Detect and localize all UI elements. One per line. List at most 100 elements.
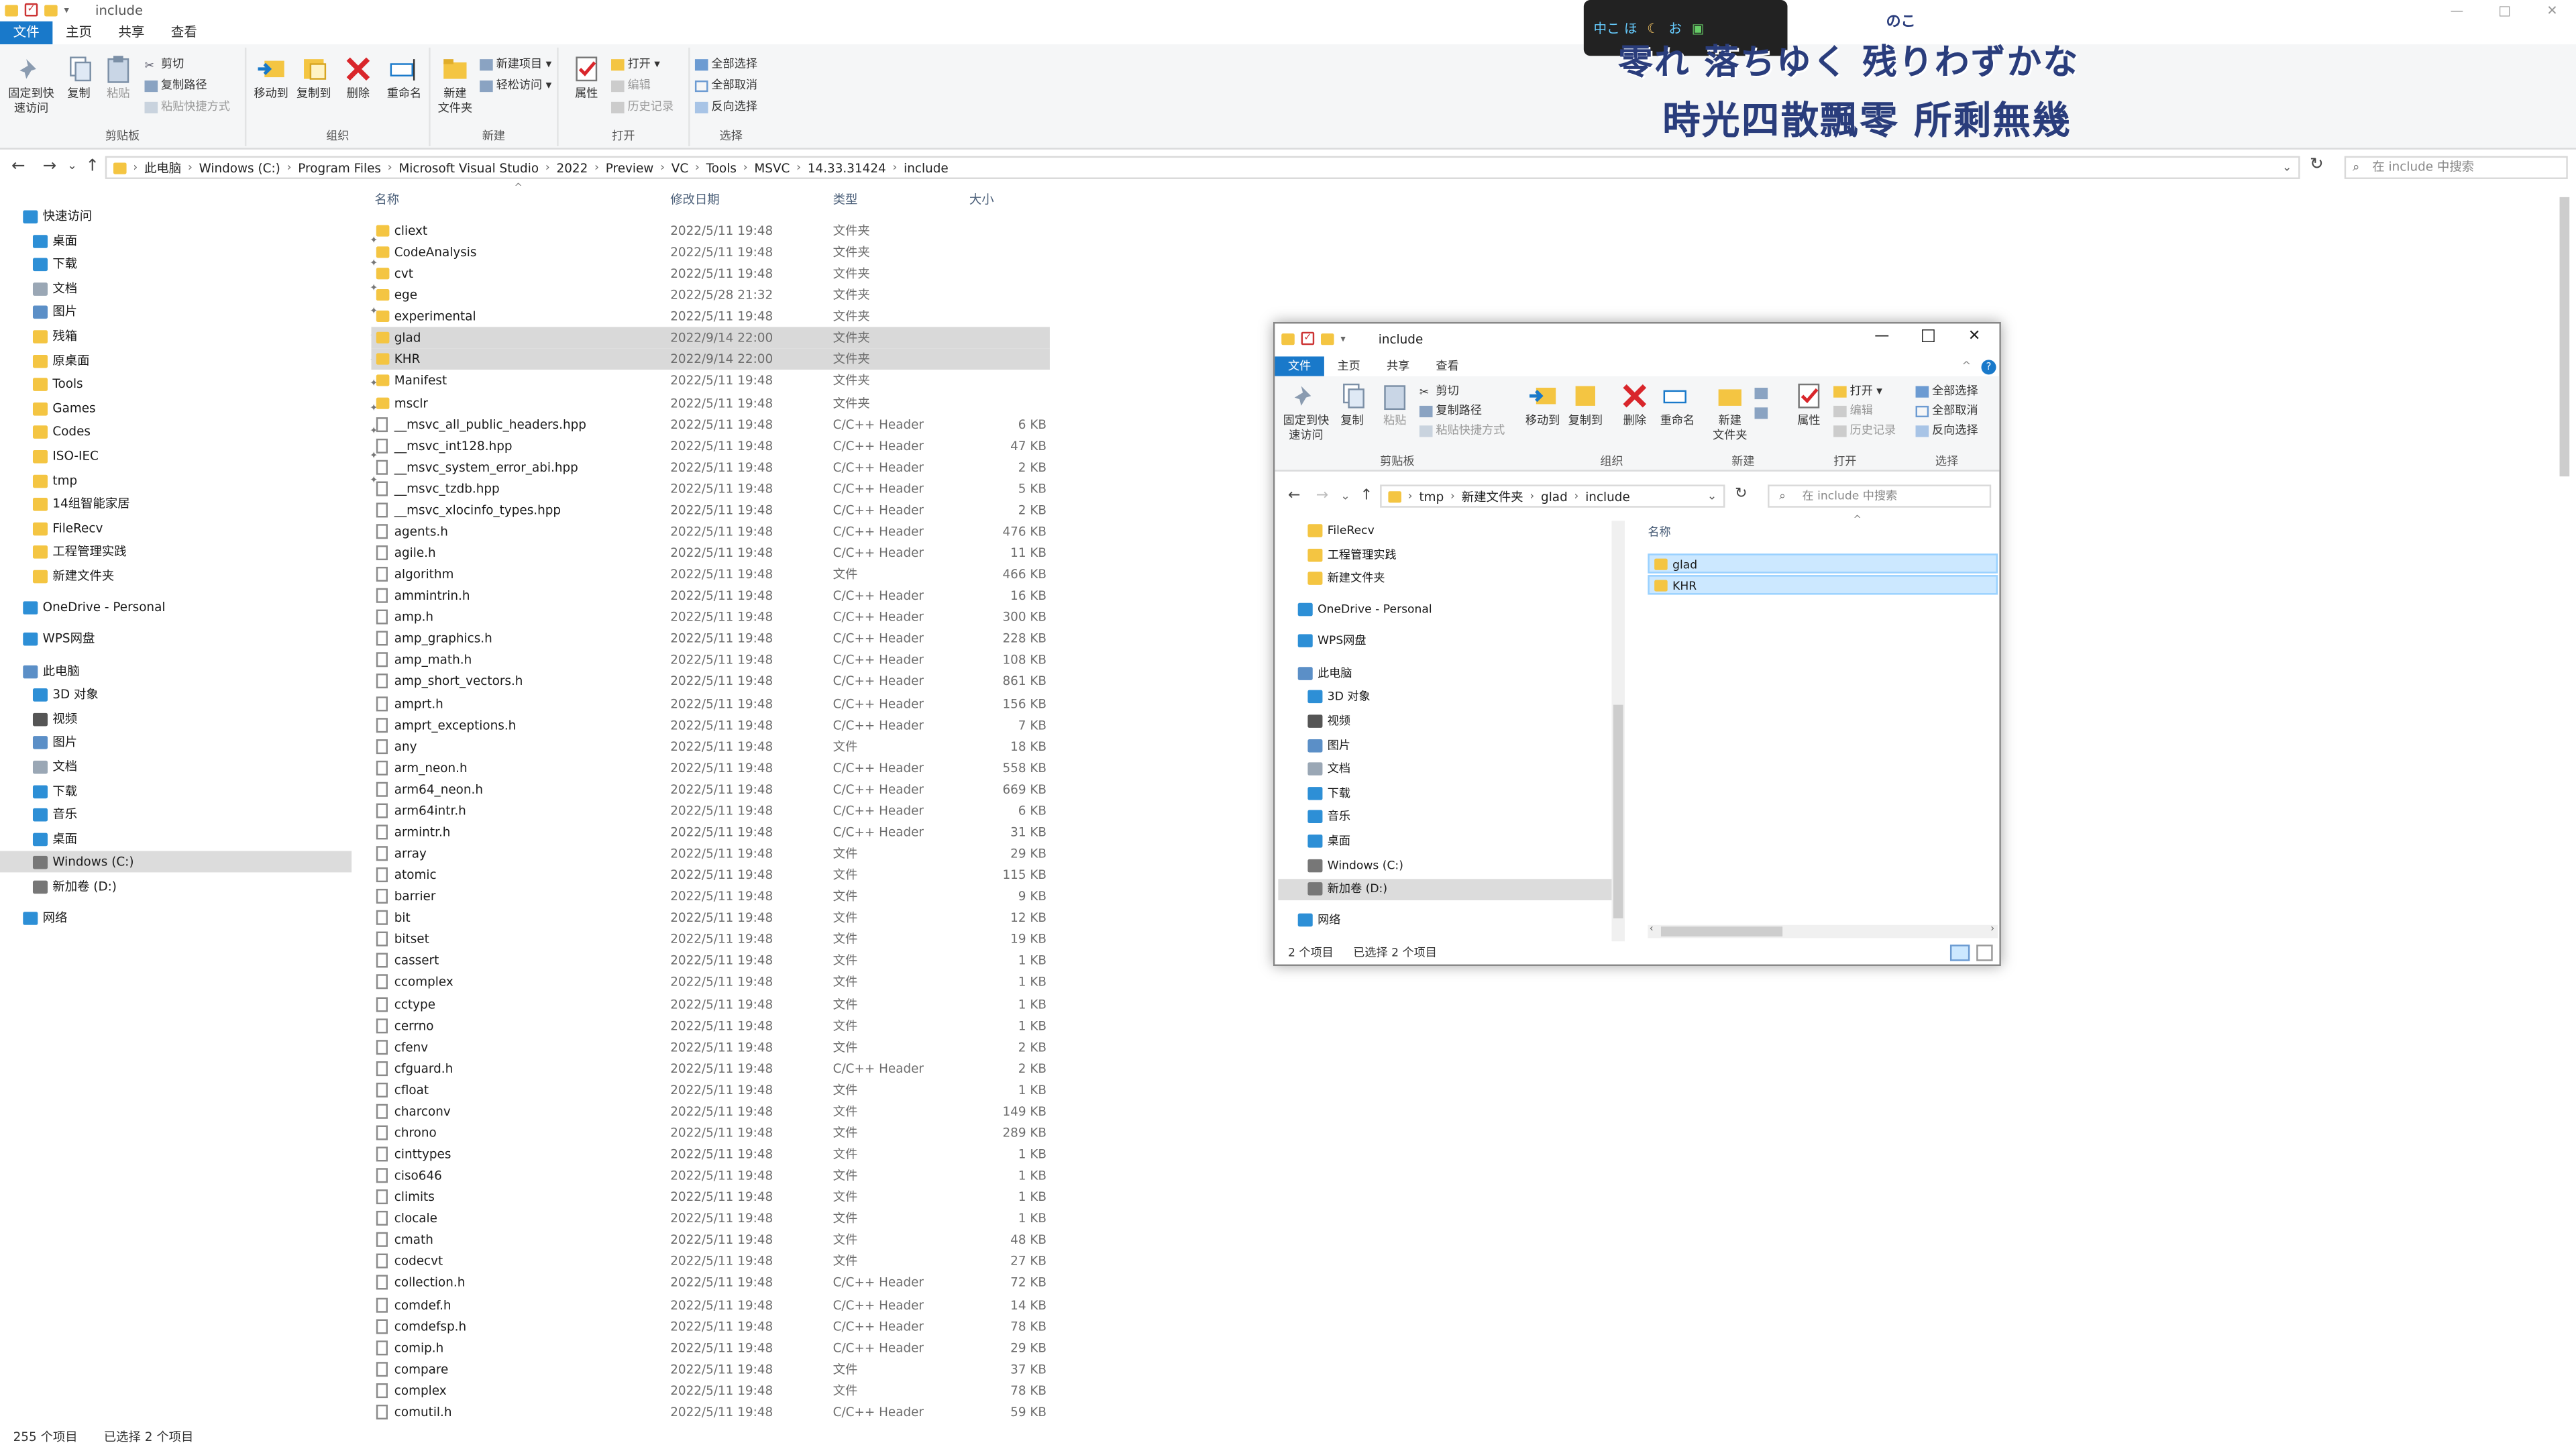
column-date[interactable]: 修改日期 bbox=[670, 191, 719, 209]
crumb[interactable]: include bbox=[904, 160, 949, 175]
lyrics-toolbar-left[interactable]: 中こ ほ bbox=[1594, 19, 1638, 37]
horizontal-scrollbar[interactable]: ‹ › bbox=[1648, 923, 1998, 938]
chevron-down-icon[interactable]: ⌄ bbox=[2282, 161, 2292, 174]
sidebar-item[interactable]: Windows (C:) bbox=[1307, 855, 1403, 877]
sidebar-item[interactable]: Windows (C:) bbox=[0, 851, 352, 873]
table-row[interactable]: cinttypes 2022/5/11 19:48 文件 1 KB bbox=[371, 1144, 1049, 1165]
recent-locations-icon[interactable]: ⌄ bbox=[1340, 490, 1350, 503]
sidebar-item[interactable]: ISO-IEC ✦ bbox=[32, 445, 384, 467]
sidebar-item[interactable]: 音乐 bbox=[32, 804, 77, 825]
select-all-button[interactable]: 全部选择 bbox=[1915, 384, 1978, 399]
invert-selection-button[interactable]: 反向选择 bbox=[1915, 424, 1978, 439]
select-all-button[interactable]: 全部选择 bbox=[694, 58, 757, 72]
table-row[interactable]: experimental 2022/5/11 19:48 文件夹 bbox=[371, 306, 1049, 327]
list-item[interactable]: KHR bbox=[1648, 575, 1998, 595]
table-row[interactable]: agents.h 2022/5/11 19:48 C/C++ Header 476 K… bbox=[371, 521, 1049, 542]
sidebar-item[interactable]: 桌面 bbox=[32, 828, 77, 849]
easy-access-button[interactable] bbox=[1754, 406, 1771, 421]
tab-file[interactable]: 文件 bbox=[0, 21, 53, 45]
table-row[interactable]: cfloat 2022/5/11 19:48 文件 1 KB bbox=[371, 1079, 1049, 1100]
table-row[interactable]: CodeAnalysis 2022/5/11 19:48 文件夹 bbox=[371, 241, 1049, 263]
table-row[interactable]: arm_neon.h 2022/5/11 19:48 C/C++ Header 558… bbox=[371, 757, 1049, 778]
crumb[interactable]: 此电脑 bbox=[144, 158, 181, 176]
crumb[interactable]: VC bbox=[672, 160, 688, 175]
paste-button[interactable]: 粘贴 bbox=[1377, 381, 1413, 429]
table-row[interactable]: amp_short_vectors.h 2022/5/11 19:48 C/C++ … bbox=[371, 671, 1049, 692]
pin-quick-access-button[interactable]: 固定到快 速访问 bbox=[1278, 381, 1334, 443]
table-row[interactable]: armintr.h 2022/5/11 19:48 C/C++ Header 31 K… bbox=[371, 821, 1049, 843]
table-row[interactable]: Manifest 2022/5/11 19:48 文件夹 bbox=[371, 370, 1049, 392]
sidebar-item-network[interactable]: 网络 bbox=[23, 906, 67, 928]
chevron-right-icon[interactable]: › bbox=[1990, 923, 1994, 934]
table-row[interactable]: clocale 2022/5/11 19:48 文件 1 KB bbox=[371, 1208, 1049, 1230]
table-row[interactable]: complex 2022/5/11 19:48 文件 78 KB bbox=[371, 1380, 1049, 1401]
back-arrow-icon[interactable]: ← bbox=[11, 158, 25, 176]
help-icon[interactable]: ? bbox=[1981, 360, 1996, 375]
tab-home[interactable]: 主页 bbox=[52, 21, 105, 44]
close-button[interactable]: ✕ bbox=[2528, 0, 2576, 21]
table-row[interactable]: cerrno 2022/5/11 19:48 文件 1 KB bbox=[371, 1014, 1049, 1036]
sidebar-item[interactable]: 下载 ✦ bbox=[32, 254, 384, 275]
sidebar-item[interactable]: 工程管理实践 bbox=[32, 541, 127, 563]
crumb[interactable]: Program Files bbox=[298, 160, 381, 175]
table-row[interactable]: __msvc_int128.hpp 2022/5/11 19:48 C/C++ He… bbox=[371, 435, 1049, 456]
chevron-left-icon[interactable]: ‹ bbox=[1650, 923, 1654, 934]
moon-icon[interactable]: ☾ bbox=[1647, 21, 1659, 36]
move-to-button[interactable]: 移动到 bbox=[1521, 381, 1564, 429]
sidebar-item[interactable]: 图片 ✦ bbox=[32, 301, 384, 323]
breadcrumb[interactable]: › tmp › 新建文件夹 › glad › include ⌄ bbox=[1380, 484, 1725, 508]
sidebar-item-onedrive[interactable]: OneDrive - Personal bbox=[23, 596, 165, 617]
history-button[interactable]: 历史记录 bbox=[611, 100, 674, 115]
table-row[interactable]: charconv 2022/5/11 19:48 文件 149 KB bbox=[371, 1100, 1049, 1122]
edit-button[interactable]: 编辑 bbox=[611, 79, 651, 94]
crumb[interactable]: tmp bbox=[1419, 489, 1444, 504]
details-view-icon[interactable] bbox=[1949, 945, 1970, 961]
sidebar-item-this-pc[interactable]: 此电脑 bbox=[23, 660, 80, 682]
refresh-icon[interactable]: ↻ bbox=[1735, 486, 1747, 502]
table-row[interactable]: comutil.h 2022/5/11 19:48 C/C++ Header 59 K… bbox=[371, 1401, 1049, 1423]
crumb[interactable]: Preview bbox=[606, 160, 654, 175]
table-row[interactable]: amp_math.h 2022/5/11 19:48 C/C++ Header 108… bbox=[371, 649, 1049, 671]
table-row[interactable]: cmath 2022/5/11 19:48 文件 48 KB bbox=[371, 1230, 1049, 1251]
table-row[interactable]: ege 2022/5/28 21:32 文件夹 bbox=[371, 284, 1049, 306]
tab-share[interactable]: 共享 bbox=[105, 21, 158, 44]
list-item[interactable]: glad bbox=[1648, 553, 1998, 574]
sidebar-item[interactable]: 音乐 bbox=[1307, 807, 1350, 828]
copy-path-button[interactable]: 复制路径 bbox=[144, 79, 207, 94]
sidebar-item[interactable]: 新建文件夹 bbox=[1307, 569, 1385, 590]
table-row[interactable]: ammintrin.h 2022/5/11 19:48 C/C++ Header 16… bbox=[371, 585, 1049, 606]
pin-quick-access-button[interactable]: 固定到快 速访问 bbox=[3, 54, 59, 117]
crumb[interactable]: Microsoft Visual Studio bbox=[398, 160, 539, 175]
table-row[interactable]: cctype 2022/5/11 19:48 文件 1 KB bbox=[371, 993, 1049, 1014]
sidebar-item[interactable]: 图片 bbox=[1307, 735, 1350, 757]
open-button[interactable]: 打开 ▾ bbox=[611, 58, 660, 72]
chevron-down-icon[interactable]: ⌄ bbox=[1707, 490, 1717, 503]
sidebar-item[interactable]: 新加卷 (D:) bbox=[32, 875, 117, 897]
cut-button[interactable]: ✂ 剪切 bbox=[1419, 384, 1459, 399]
up-arrow-icon[interactable]: ↑ bbox=[1360, 488, 1373, 504]
crumb[interactable]: Windows (C:) bbox=[199, 160, 280, 175]
maximize-button[interactable]: □ bbox=[2481, 0, 2528, 21]
paste-shortcut-button[interactable]: 粘贴快捷方式 bbox=[144, 100, 230, 115]
sidebar-item[interactable]: 新建文件夹 bbox=[32, 565, 114, 586]
scrollbar-thumb[interactable] bbox=[1613, 704, 1623, 918]
table-row[interactable]: agile.h 2022/5/11 19:48 C/C++ Header 11 KB bbox=[371, 542, 1049, 564]
table-row[interactable]: ccomplex 2022/5/11 19:48 文件 1 KB bbox=[371, 971, 1049, 993]
rename-button[interactable]: 重命名 bbox=[1656, 381, 1699, 429]
tab-view[interactable]: 查看 bbox=[158, 21, 210, 44]
delete-button[interactable]: 删除 bbox=[1617, 381, 1653, 429]
sidebar-item-wps[interactable]: WPS网盘 bbox=[1297, 631, 1366, 653]
sidebar-item[interactable]: Games ✦ bbox=[32, 397, 384, 419]
table-row[interactable]: codecvt 2022/5/11 19:48 文件 27 KB bbox=[371, 1251, 1049, 1273]
table-row[interactable]: __msvc_tzdb.hpp 2022/5/11 19:48 C/C++ Head… bbox=[371, 478, 1049, 499]
up-arrow-icon[interactable]: ↑ bbox=[85, 158, 99, 176]
sidebar-item[interactable]: 视频 bbox=[1307, 711, 1350, 733]
large-icons-view-icon[interactable] bbox=[1976, 945, 1993, 961]
column-size[interactable]: 大小 bbox=[969, 191, 994, 209]
sidebar-item[interactable]: Tools ✦ bbox=[32, 373, 384, 394]
sidebar-item-onedrive[interactable]: OneDrive - Personal bbox=[1297, 599, 1432, 621]
sidebar-item[interactable]: 桌面 bbox=[1307, 831, 1350, 853]
table-row[interactable]: cvt 2022/5/11 19:48 文件夹 bbox=[371, 263, 1049, 284]
nav-scrollbar[interactable] bbox=[1611, 521, 1625, 942]
sidebar-item[interactable]: 工程管理实践 bbox=[1307, 545, 1397, 566]
